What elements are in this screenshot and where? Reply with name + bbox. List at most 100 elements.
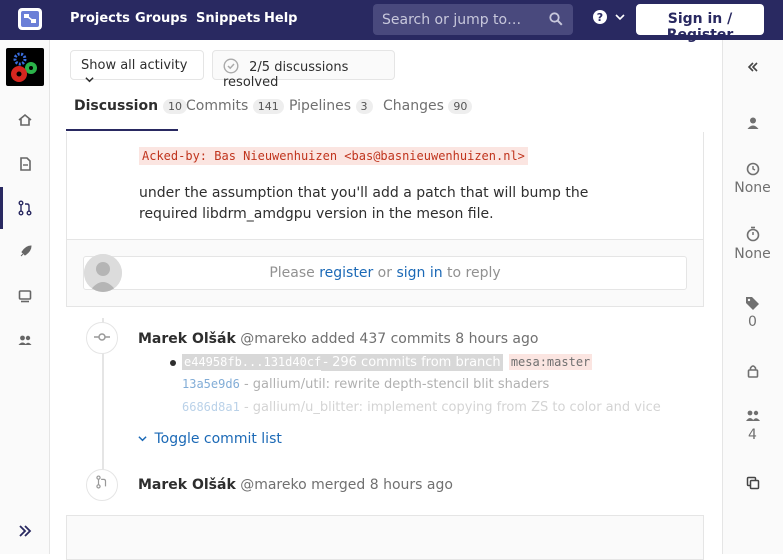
tab-label: Changes xyxy=(383,98,444,114)
commit-event-icon xyxy=(86,322,118,354)
project-avatar[interactable] xyxy=(6,48,44,86)
merge-event-header: Marek Olšák @mareko merged 8 hours ago xyxy=(138,477,453,493)
author-handle[interactable]: @mareko xyxy=(240,331,306,347)
acked-by-code: Acked-by: Bas Nieuwenhuizen <bas@basnieu… xyxy=(139,147,528,165)
stopwatch-icon xyxy=(746,226,759,242)
gears-logo-icon xyxy=(11,52,37,82)
commit-range[interactable]: e44958fb...131d40cf xyxy=(182,354,324,370)
tab-commits[interactable]: Commits 141 xyxy=(186,98,284,114)
nav-projects[interactable]: Projects xyxy=(70,11,130,26)
lock-icon xyxy=(747,365,758,378)
commit-item: 6686d8a1 - gallium/u_blitter: implement … xyxy=(182,400,661,415)
comment-form-card xyxy=(66,515,704,560)
commit-range-text: - 296 commits from branch xyxy=(321,354,503,371)
time-spent-value: None xyxy=(734,246,771,262)
chevron-down-icon xyxy=(85,77,94,83)
question-circle-icon: ? xyxy=(593,10,607,24)
event-time: 8 hours ago xyxy=(455,331,539,347)
sidebar-item-environments[interactable] xyxy=(0,288,50,308)
users-icon xyxy=(18,335,32,345)
commit-item: 13a5e9d6 - gallium/util: rewrite depth-s… xyxy=(182,377,549,392)
commit-sha[interactable]: 13a5e9d6 xyxy=(182,377,240,391)
activity-filter-label: Show all activity xyxy=(81,58,188,73)
users-icon xyxy=(745,410,760,421)
top-navbar: Projects Groups Snippets Help Search or … xyxy=(0,0,783,43)
tag-icon xyxy=(746,297,759,310)
reply-or: or xyxy=(377,265,392,281)
register-link[interactable]: register xyxy=(319,265,373,281)
collapse-sidebar-button[interactable] xyxy=(722,60,783,78)
resolved-discussions-label: 2/5 discussions resolved xyxy=(223,60,349,90)
merge-event-icon xyxy=(86,469,118,501)
chevron-down-icon xyxy=(615,14,626,21)
monitor-icon xyxy=(18,290,32,303)
commit-message: - gallium/u_blitter: implement copying f… xyxy=(243,400,661,415)
tab-count-badge: 141 xyxy=(252,99,284,114)
tab-pipelines[interactable]: Pipelines 3 xyxy=(289,98,373,114)
event-time: 8 hours ago xyxy=(369,477,453,493)
search-icon xyxy=(549,12,563,26)
tab-count-badge: 10 xyxy=(162,99,187,114)
user-icon xyxy=(747,117,758,129)
time-spent-item[interactable]: None xyxy=(722,226,783,262)
nav-groups[interactable]: Groups xyxy=(135,11,187,26)
author-handle[interactable]: @mareko xyxy=(240,477,306,493)
expand-sidebar-button[interactable] xyxy=(0,523,50,543)
tab-label: Commits xyxy=(186,98,249,114)
activity-filter-dropdown[interactable]: Show all activity xyxy=(70,50,204,83)
reply-placeholder: Please register or sign in to reply xyxy=(83,256,687,290)
sidebar-item-merge-requests[interactable] xyxy=(0,200,50,220)
event-action: added 437 commits xyxy=(311,331,451,347)
labels-item[interactable]: 0 xyxy=(722,296,783,330)
sidebar-item-members[interactable] xyxy=(0,332,50,352)
chevron-double-left-icon xyxy=(747,62,758,72)
resolved-discussions-button[interactable]: 2/5 discussions resolved xyxy=(212,50,395,90)
tab-discussion[interactable]: Discussion 10 xyxy=(74,98,187,114)
reply-prefix: Please xyxy=(269,265,315,281)
commit-message: - gallium/util: rewrite depth-stencil bl… xyxy=(243,377,550,392)
default-avatar-icon xyxy=(84,254,122,292)
sidebar-item-cicd[interactable] xyxy=(0,244,50,264)
sign-in-link[interactable]: sign in xyxy=(396,265,442,281)
lock-item[interactable] xyxy=(722,364,783,382)
branch-name[interactable]: mesa:master xyxy=(508,354,593,370)
sidebar-item-project[interactable] xyxy=(0,112,50,132)
gitlab-logo-icon[interactable] xyxy=(16,5,44,33)
search-placeholder: Search or jump to… xyxy=(382,12,522,28)
commit-icon xyxy=(94,333,110,341)
assignee-item[interactable] xyxy=(722,116,783,134)
merge-request-icon xyxy=(18,200,32,216)
help-dropdown[interactable]: ? xyxy=(592,9,626,25)
tab-count-badge: 90 xyxy=(448,99,473,114)
note-body: under the assumption that you'll add a p… xyxy=(139,185,589,222)
merge-request-tabs: Discussion 10 Commits 141 Pipelines 3 Ch… xyxy=(66,92,704,132)
search-input[interactable]: Search or jump to… xyxy=(373,4,573,35)
commit-range-row: e44958fb...131d40cf - 296 commits from br… xyxy=(170,354,593,371)
doc-icon xyxy=(20,157,31,171)
author-name[interactable]: Marek Olšák xyxy=(138,331,236,347)
labels-count: 0 xyxy=(748,314,757,330)
tab-label: Discussion xyxy=(74,98,159,114)
tab-changes[interactable]: Changes 90 xyxy=(383,98,473,114)
toggle-commit-list-button[interactable]: Toggle commit list xyxy=(138,431,282,447)
tab-count-badge: 3 xyxy=(355,99,373,114)
copy-reference-button[interactable] xyxy=(722,476,783,494)
sidebar-item-repository[interactable] xyxy=(0,156,50,176)
tab-label: Pipelines xyxy=(289,98,352,114)
participants-count: 4 xyxy=(748,427,757,443)
sign-in-register-button[interactable]: Sign in / Register xyxy=(636,4,764,43)
commits-event-header: Marek Olšák @mareko added 437 commits 8 … xyxy=(138,331,538,347)
commit-sha[interactable]: 6686d8a1 xyxy=(182,400,240,414)
rocket-icon xyxy=(20,245,32,257)
nav-help[interactable]: Help xyxy=(264,11,297,26)
chevron-down-icon xyxy=(138,436,147,442)
nav-snippets[interactable]: Snippets xyxy=(196,11,260,26)
chevron-double-right-icon xyxy=(19,525,32,537)
reply-suffix: to reply xyxy=(447,265,501,281)
participants-item[interactable]: 4 xyxy=(722,409,783,443)
time-estimate-item[interactable]: None xyxy=(722,162,783,196)
author-name[interactable]: Marek Olšák xyxy=(138,477,236,493)
home-icon xyxy=(18,113,32,126)
svg-text:?: ? xyxy=(597,11,603,24)
time-estimate-value: None xyxy=(734,180,771,196)
